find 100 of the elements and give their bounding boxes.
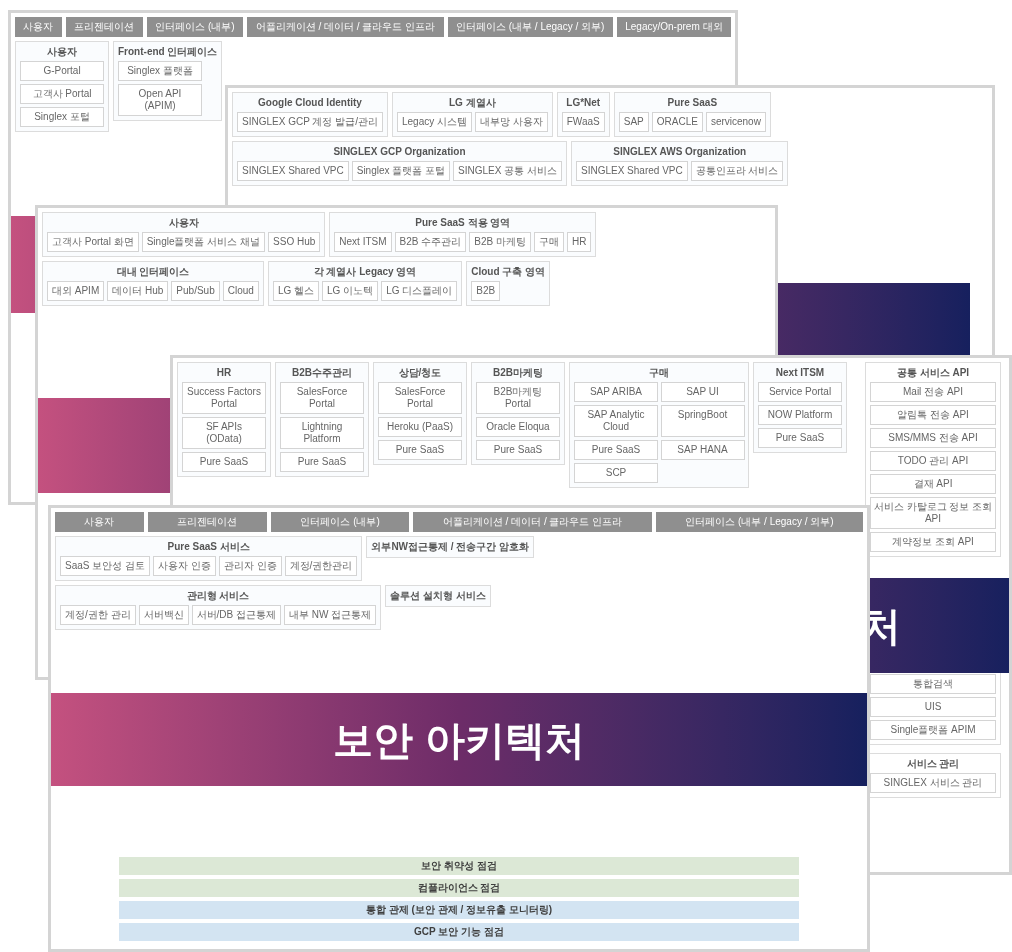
strip-bar: 보안 취약성 점검 xyxy=(119,857,799,875)
diagram-node: SINGLEX Shared VPC xyxy=(237,161,349,181)
group-title: Pure SaaS 서비스 xyxy=(166,541,251,553)
banner-title: 보안 아키텍처 xyxy=(333,716,585,764)
api-item: SMS/MMS 전송 API xyxy=(870,428,996,448)
strip-bar: 컴플라이언스 점검 xyxy=(119,879,799,897)
group-title: SINGLEX GCP Organization xyxy=(332,146,467,158)
diagram-node: Singlex 포털 xyxy=(20,107,104,127)
diagram-node: B2B xyxy=(471,281,501,301)
strip-bar: 통합 관제 (보안 관제 / 정보유출 모니터링) xyxy=(119,901,799,919)
diagram-node: Pure SaaS xyxy=(758,428,842,448)
diagram-node: LG 헬스 xyxy=(272,281,319,301)
api-item: TODO 관리 API xyxy=(870,451,996,471)
panel-title: 서비스 관리 xyxy=(905,758,961,770)
diagram-node: SCP xyxy=(574,463,658,483)
column-header: Legacy/On-prem 대외 xyxy=(616,17,731,37)
diagram-node: SSO Hub xyxy=(268,232,321,252)
api-item: 서비스 카탈로그 정보 조회 API xyxy=(870,497,996,529)
diagram-node: SAP ARIBA xyxy=(574,382,658,402)
api-item: 통합검색 xyxy=(870,674,996,694)
column-header: 프리젠테이션 xyxy=(147,512,267,532)
group-title: Next ITSM xyxy=(774,367,826,379)
diagram-node: Service Portal xyxy=(758,382,842,402)
column-header: 사용자 xyxy=(15,17,62,37)
column-header: 인터페이스 (내부 / Legacy / 외부) xyxy=(447,17,613,37)
group-title: Google Cloud Identity xyxy=(257,97,363,109)
group-title: 외부NW접근통제 / 전송구간 암호화 xyxy=(371,541,530,553)
column-header: 인터페이스 (내부 / Legacy / 외부) xyxy=(655,512,864,532)
diagram-node: Single플랫폼 서비스 채널 xyxy=(141,232,266,252)
group-title: LG 계열사 xyxy=(448,97,497,109)
diagram-node: 대외 APIM xyxy=(47,281,105,301)
diagram-node: 내부 NW 접근통제 xyxy=(284,605,377,625)
diagram-node: FWaaS xyxy=(561,112,605,132)
diagram-node: SAP Analytic Cloud xyxy=(574,405,658,437)
diagram-node: 사용자 인증 xyxy=(153,556,216,576)
diagram-node: NOW Platform xyxy=(758,405,842,425)
diagram-node: Heroku (PaaS) xyxy=(378,417,462,437)
diagram-node: 고객사 Portal 화면 xyxy=(47,232,139,252)
diagram-node: SalesForce Portal xyxy=(378,382,462,414)
diagram-node: Open API (APIM) xyxy=(118,84,202,116)
diagram-node: servicenow xyxy=(705,112,766,132)
group-title: 솔루션 설치형 서비스 xyxy=(390,590,486,602)
diagram-node: 고객사 Portal xyxy=(20,84,104,104)
diagram-node: SaaS 보안성 검토 xyxy=(60,556,151,576)
diagram-node: SAP UI xyxy=(660,382,745,402)
api-item: Single플랫폼 APIM xyxy=(870,720,996,740)
diagram-node: HR xyxy=(566,232,592,252)
diagram-node: Pure SaaS xyxy=(476,440,560,460)
diagram-node: 서버백신 xyxy=(138,605,189,625)
diagram-node: ORACLE xyxy=(651,112,703,132)
group-title: 관리형 서비스 xyxy=(185,590,251,602)
diagram-node: SalesForce Portal xyxy=(280,382,364,414)
diagram-node: 서버/DB 접근통제 xyxy=(191,605,281,625)
diagram-node: 데이터 Hub xyxy=(107,281,169,301)
diagram-node: Pure SaaS xyxy=(574,440,658,460)
diagram-node: SpringBoot xyxy=(660,405,745,437)
group-title: LG*Net xyxy=(565,97,602,109)
api-item: 알림톡 전송 API xyxy=(870,405,996,425)
group-title: 사용자 xyxy=(46,46,78,58)
column-header: 인터페이스 (내부) xyxy=(270,512,410,532)
group-title: 대내 인터페이스 xyxy=(115,266,191,278)
diagram-node: G-Portal xyxy=(20,61,104,81)
group-title: HR xyxy=(215,367,233,379)
group-title: 구매 xyxy=(648,367,670,379)
diagram-node: Singlex 플랫폼 xyxy=(118,61,202,81)
diagram-node: Success Factors Portal xyxy=(182,382,266,414)
group-title: Pure SaaS xyxy=(666,97,719,109)
diagram-node: Pure SaaS xyxy=(280,452,364,472)
diagram-node: Pure SaaS xyxy=(182,452,266,472)
diagram-node: B2B 마케팅 xyxy=(469,232,531,252)
diagram-node: SAP xyxy=(618,112,649,132)
column-header: 어플리케이션 / 데이터 / 클라우드 인프라 xyxy=(413,512,652,532)
panel-title: 공통 서비스 API xyxy=(895,367,971,379)
column-header: 사용자 xyxy=(55,512,144,532)
diagram-node: 내부망 사용자 xyxy=(475,112,548,132)
api-item: 결재 API xyxy=(870,474,996,494)
diagram-node: SAP HANA xyxy=(660,440,745,460)
column-header: 프리젠테이션 xyxy=(65,17,143,37)
group-title: SINGLEX AWS Organization xyxy=(612,146,748,158)
diagram-node: SF APIs (OData) xyxy=(182,417,266,449)
group-title: 각 계열사 Legacy 영역 xyxy=(312,266,418,278)
column-header: 어플리케이션 / 데이터 / 클라우드 인프라 xyxy=(247,17,444,37)
diagram-node: LG 디스플레이 xyxy=(381,281,458,301)
diagram-node: Oracle Eloqua xyxy=(476,417,560,437)
diagram-node: Lightning Platform xyxy=(280,417,364,449)
diagram-node: Singlex 플랫폼 포털 xyxy=(351,161,451,181)
group-title: Cloud 구축 영역 xyxy=(471,266,546,278)
diagram-node: Next ITSM xyxy=(334,232,392,252)
strip-bar: GCP 보안 기능 점검 xyxy=(119,923,799,941)
diagram-node: SINGLEX GCP 계정 발급/관리 xyxy=(237,112,383,132)
diagram-node: 관리자 인증 xyxy=(218,556,282,576)
diagram-node: 계정/권한관리 xyxy=(284,556,358,576)
diagram-node: Pub/Sub xyxy=(171,281,220,301)
diagram-node: 계정/권한 관리 xyxy=(60,605,136,625)
diagram-node: B2B 수주관리 xyxy=(394,232,467,252)
diagram-node: Cloud xyxy=(222,281,259,301)
diagram-node: LG 이노텍 xyxy=(322,281,379,301)
group-title: 사용자 xyxy=(167,217,200,229)
diagram-node: B2B마케팅 Portal xyxy=(476,382,560,414)
diagram-node: Legacy 시스템 xyxy=(396,112,472,132)
